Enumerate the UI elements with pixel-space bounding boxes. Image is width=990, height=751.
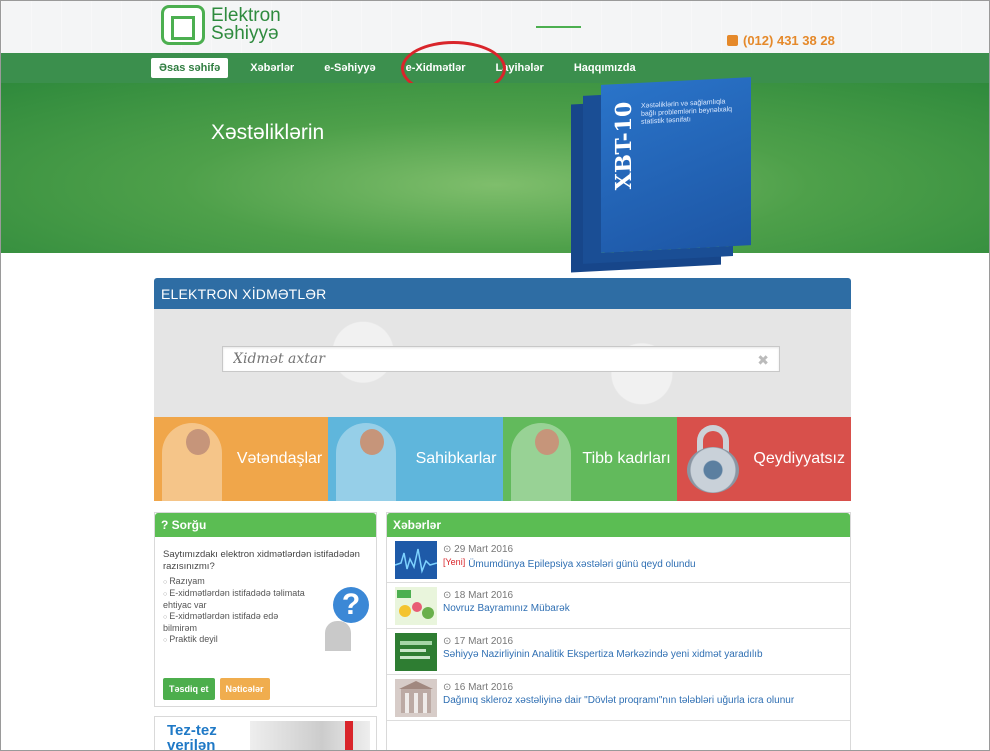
news-item[interactable]: ⊙ 29 Mart 2016 [Yeni] Ümumdünya Epilepsiy… xyxy=(387,537,850,583)
news-panel: Xəbərlər ⊙ 29 Mart 2016 [Yeni] Ümumdünya … xyxy=(386,512,851,750)
nav-item-news[interactable]: Xəbərlər xyxy=(250,58,294,78)
nav-item-about[interactable]: Haqqımızda xyxy=(574,58,636,78)
news-thumbnail xyxy=(395,633,437,671)
new-badge: [Yeni] xyxy=(443,557,466,567)
tile-unregistered[interactable]: Qeydiyyatsız xyxy=(676,417,851,501)
phone-text: (012) 431 38 28 xyxy=(743,33,835,48)
submit-button[interactable]: Təsdiq et xyxy=(163,678,215,700)
tile-medical-staff-label: Tibb kadrları xyxy=(582,450,671,467)
faq-banner[interactable]: Tez-tez verilən xyxy=(154,716,377,751)
site-header: Elektron Səhiyyə (012) 431 38 28 xyxy=(1,1,989,53)
survey-heading: ? Sorğu xyxy=(155,513,376,537)
survey-question: Saytımızdakı elektron xidmətlərdən istif… xyxy=(163,549,360,572)
clear-icon[interactable]: ✖ xyxy=(757,352,769,369)
news-thumbnail xyxy=(395,587,437,625)
faq-title: Tez-tez verilən xyxy=(167,722,217,751)
tile-entrepreneurs[interactable]: Sahibkarlar xyxy=(328,417,503,501)
service-search-input[interactable] xyxy=(223,347,779,371)
survey-panel: ? Sorğu Saytımızdakı elektron xidmətlərd… xyxy=(154,512,377,707)
service-tiles: Vətəndaşlar Sahibkarlar Tibb kadrları Qe… xyxy=(154,417,851,501)
news-title[interactable]: Səhiyyə Nazirliyinin Analitik Ekspertiza… xyxy=(443,649,842,660)
services-search-area: ✖ xyxy=(154,309,851,417)
nav-item-home[interactable]: Əsas səhifə xyxy=(151,58,229,78)
news-item[interactable]: ⊙ 18 Mart 2016 Novruz Bayramınız Mübarək xyxy=(387,583,850,629)
news-heading: Xəbərlər xyxy=(387,513,850,537)
book-cover-text: Xəstəliklərin və sağlamlıqla bağlı probl… xyxy=(641,98,733,126)
logo-line-2: Səhiyyə xyxy=(211,23,279,44)
survey-option[interactable]: Razıyam xyxy=(163,576,307,588)
nav-item-e-health[interactable]: e-Səhiyyə xyxy=(324,58,375,78)
tile-entrepreneurs-label: Sahibkarlar xyxy=(415,450,497,467)
survey-option[interactable]: E-xidmətlərdən istifadə edə bilmirəm xyxy=(163,611,307,634)
news-date-text: 17 Mart 2016 xyxy=(454,636,514,647)
family-image xyxy=(162,423,222,501)
results-button[interactable]: Nəticələr xyxy=(219,678,270,700)
services-heading: ELEKTRON XİDMƏTLƏR xyxy=(154,278,851,309)
book-spine-text: XBT-10 xyxy=(611,101,637,191)
news-date-text: 16 Mart 2016 xyxy=(454,682,514,693)
doctor-image xyxy=(510,423,571,501)
survey-options: Razıyam E-xidmətlərdən istifadədə təlima… xyxy=(155,576,315,646)
hero-banner[interactable]: Xəstəliklərin XBT-10 Xəstəliklərin və sa… xyxy=(1,77,989,253)
news-title-text: Dağınıq skleroz xəstəliyinə dair "Dövlət… xyxy=(443,695,795,706)
tile-medical-staff[interactable]: Tibb kadrları xyxy=(502,417,677,501)
hero-title: Xəstəliklərin xyxy=(211,121,325,144)
news-title-text: Ümumdünya Epilepsiya xəstələri günü qeyd… xyxy=(468,559,696,570)
news-item[interactable]: ⊙ 16 Mart 2016 Dağınıq skleroz xəstəliyi… xyxy=(387,675,850,721)
padlock-icon xyxy=(683,425,743,495)
logo-mark-icon xyxy=(161,5,205,45)
news-date: ⊙ 17 Mart 2016 xyxy=(443,636,514,647)
news-title[interactable]: Dağınıq skleroz xəstəliyinə dair "Dövlət… xyxy=(443,695,842,706)
tile-unregistered-label: Qeydiyyatsız xyxy=(753,450,845,467)
news-title[interactable]: [Yeni] Ümumdünya Epilepsiya xəstələri gün… xyxy=(443,557,842,570)
news-thumbnail xyxy=(395,541,437,579)
tile-citizens-label: Vətəndaşlar xyxy=(236,450,323,467)
businessman-image xyxy=(336,423,397,501)
book-image: XBT-10 Xəstəliklərin və sağlamlıqla bağl… xyxy=(601,77,751,253)
faq-title-line-2: verilən xyxy=(167,737,216,751)
faq-title-line-1: Tez-tez xyxy=(167,722,217,739)
news-item[interactable]: ⊙ 17 Mart 2016 Səhiyyə Nazirliyinin Anal… xyxy=(387,629,850,675)
phone-number: (012) 431 38 28 xyxy=(727,33,835,48)
news-date: ⊙ 29 Mart 2016 xyxy=(443,544,514,555)
survey-option[interactable]: Praktik deyil xyxy=(163,634,307,646)
news-title-text: Səhiyyə Nazirliyinin Analitik Ekspertiza… xyxy=(443,649,763,660)
site-logo[interactable]: Elektron Səhiyyə xyxy=(161,5,281,45)
exclamation-icon xyxy=(345,721,353,750)
news-title-text: Novruz Bayramınız Mübarək xyxy=(443,603,570,614)
header-accent-line xyxy=(536,26,581,28)
news-thumbnail xyxy=(395,679,437,717)
news-date: ⊙ 18 Mart 2016 xyxy=(443,590,514,601)
news-date: ⊙ 16 Mart 2016 xyxy=(443,682,514,693)
logo-text: Elektron Səhiyyə xyxy=(211,6,281,44)
search-box: ✖ xyxy=(222,346,780,372)
electronic-services-panel: ELEKTRON XİDMƏTLƏR ✖ Vətəndaşlar Sahibka… xyxy=(154,278,851,501)
survey-buttons: Təsdiq et Nəticələr xyxy=(163,678,270,700)
survey-option[interactable]: E-xidmətlərdən istifadədə təlimata ehtiy… xyxy=(163,588,307,611)
news-date-text: 18 Mart 2016 xyxy=(454,590,514,601)
news-title[interactable]: Novruz Bayramınız Mübarək xyxy=(443,603,842,614)
phone-icon xyxy=(727,35,738,46)
question-mark-icon: ? xyxy=(325,587,371,651)
page: Elektron Səhiyyə (012) 431 38 28 Əsas sə… xyxy=(0,0,990,751)
tile-citizens[interactable]: Vətəndaşlar xyxy=(154,417,329,501)
news-date-text: 29 Mart 2016 xyxy=(454,544,514,555)
